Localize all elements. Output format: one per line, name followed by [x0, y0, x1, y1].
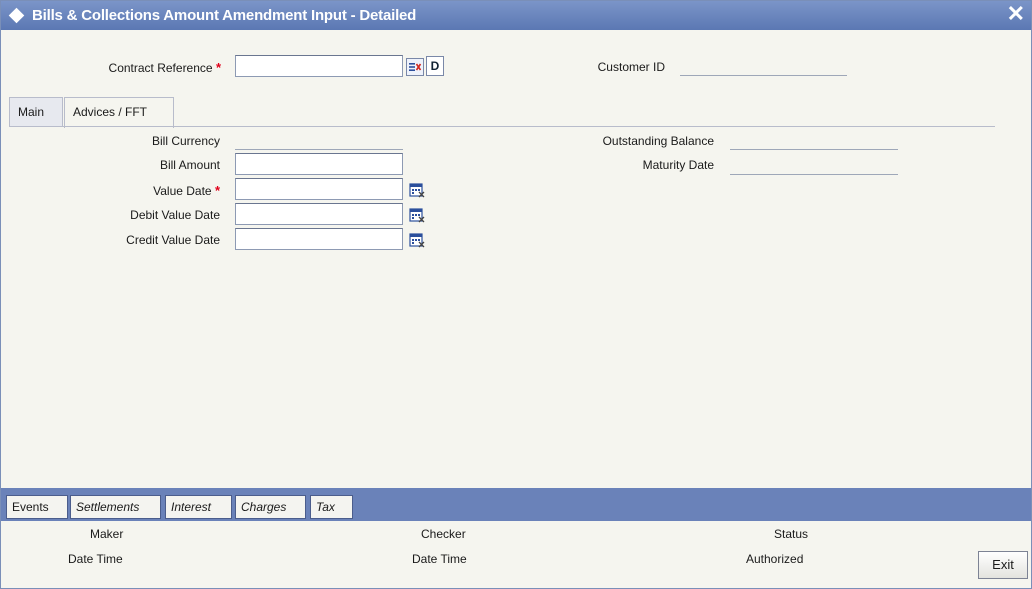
credit-value-date-label: Credit Value Date [126, 233, 220, 247]
checker-label: Checker [421, 527, 466, 541]
required-marker: * [215, 60, 221, 75]
bill-amount-label: Bill Amount [159, 158, 220, 172]
tab-divider [9, 126, 995, 127]
bill-currency-label: Bill Currency [151, 134, 220, 148]
tab-advices-fft[interactable]: Advices / FFT [64, 97, 174, 128]
debit-value-date-input[interactable] [235, 203, 403, 225]
list-of-values-icon [409, 63, 422, 71]
events-button[interactable]: Events [6, 495, 68, 519]
close-icon[interactable]: ✕ [1007, 2, 1025, 26]
subsystem-toolbar: Events Settlements Interest Charges Tax [1, 488, 1031, 521]
value-date-label-text: Value Date [153, 184, 212, 198]
credit-value-date-input[interactable] [235, 228, 403, 250]
debit-value-date-label: Debit Value Date [130, 208, 220, 222]
outstanding-balance-field[interactable] [730, 149, 898, 150]
contract-reference-label: Contract Reference * [71, 60, 221, 75]
calendar-icon[interactable] [408, 206, 426, 224]
calendar-icon[interactable] [408, 181, 426, 199]
customer-id-label: Customer ID [597, 60, 665, 74]
outstanding-balance-label: Outstanding Balance [602, 134, 714, 148]
contract-reference-input[interactable] [235, 55, 403, 77]
tax-button[interactable]: Tax [310, 495, 353, 519]
list-of-values-button[interactable] [406, 58, 424, 76]
contract-reference-label-text: Contract Reference [108, 61, 213, 75]
maturity-date-field[interactable] [730, 174, 898, 175]
window-title: Bills & Collections Amount Amendment Inp… [32, 7, 417, 24]
value-date-label: Value Date * [71, 183, 220, 198]
audit-block: Maker Date Time Checker Date Time Status… [1, 521, 1031, 588]
title-bar: Bills & Collections Amount Amendment Inp… [1, 1, 1031, 30]
diamond-icon [8, 7, 25, 24]
status-value: Authorized [746, 552, 804, 566]
settlements-button[interactable]: Settlements [70, 495, 161, 519]
d-button[interactable]: D [426, 56, 444, 76]
calendar-icon[interactable] [408, 231, 426, 249]
tab-main[interactable]: Main [9, 97, 63, 127]
customer-id-field[interactable] [680, 75, 847, 76]
interest-button[interactable]: Interest [165, 495, 232, 519]
value-date-input[interactable] [235, 178, 403, 200]
maker-datetime-label: Date Time [68, 552, 123, 566]
bill-currency-field[interactable] [235, 149, 403, 150]
charges-button[interactable]: Charges [235, 495, 306, 519]
exit-button[interactable]: Exit [978, 551, 1028, 579]
bill-amount-input[interactable] [235, 153, 403, 175]
amount-amendment-window: Bills & Collections Amount Amendment Inp… [0, 0, 1032, 589]
required-marker: * [214, 183, 220, 198]
checker-datetime-label: Date Time [412, 552, 467, 566]
maturity-date-label: Maturity Date [642, 158, 714, 172]
maker-label: Maker [90, 527, 124, 541]
status-label: Status [774, 527, 809, 541]
